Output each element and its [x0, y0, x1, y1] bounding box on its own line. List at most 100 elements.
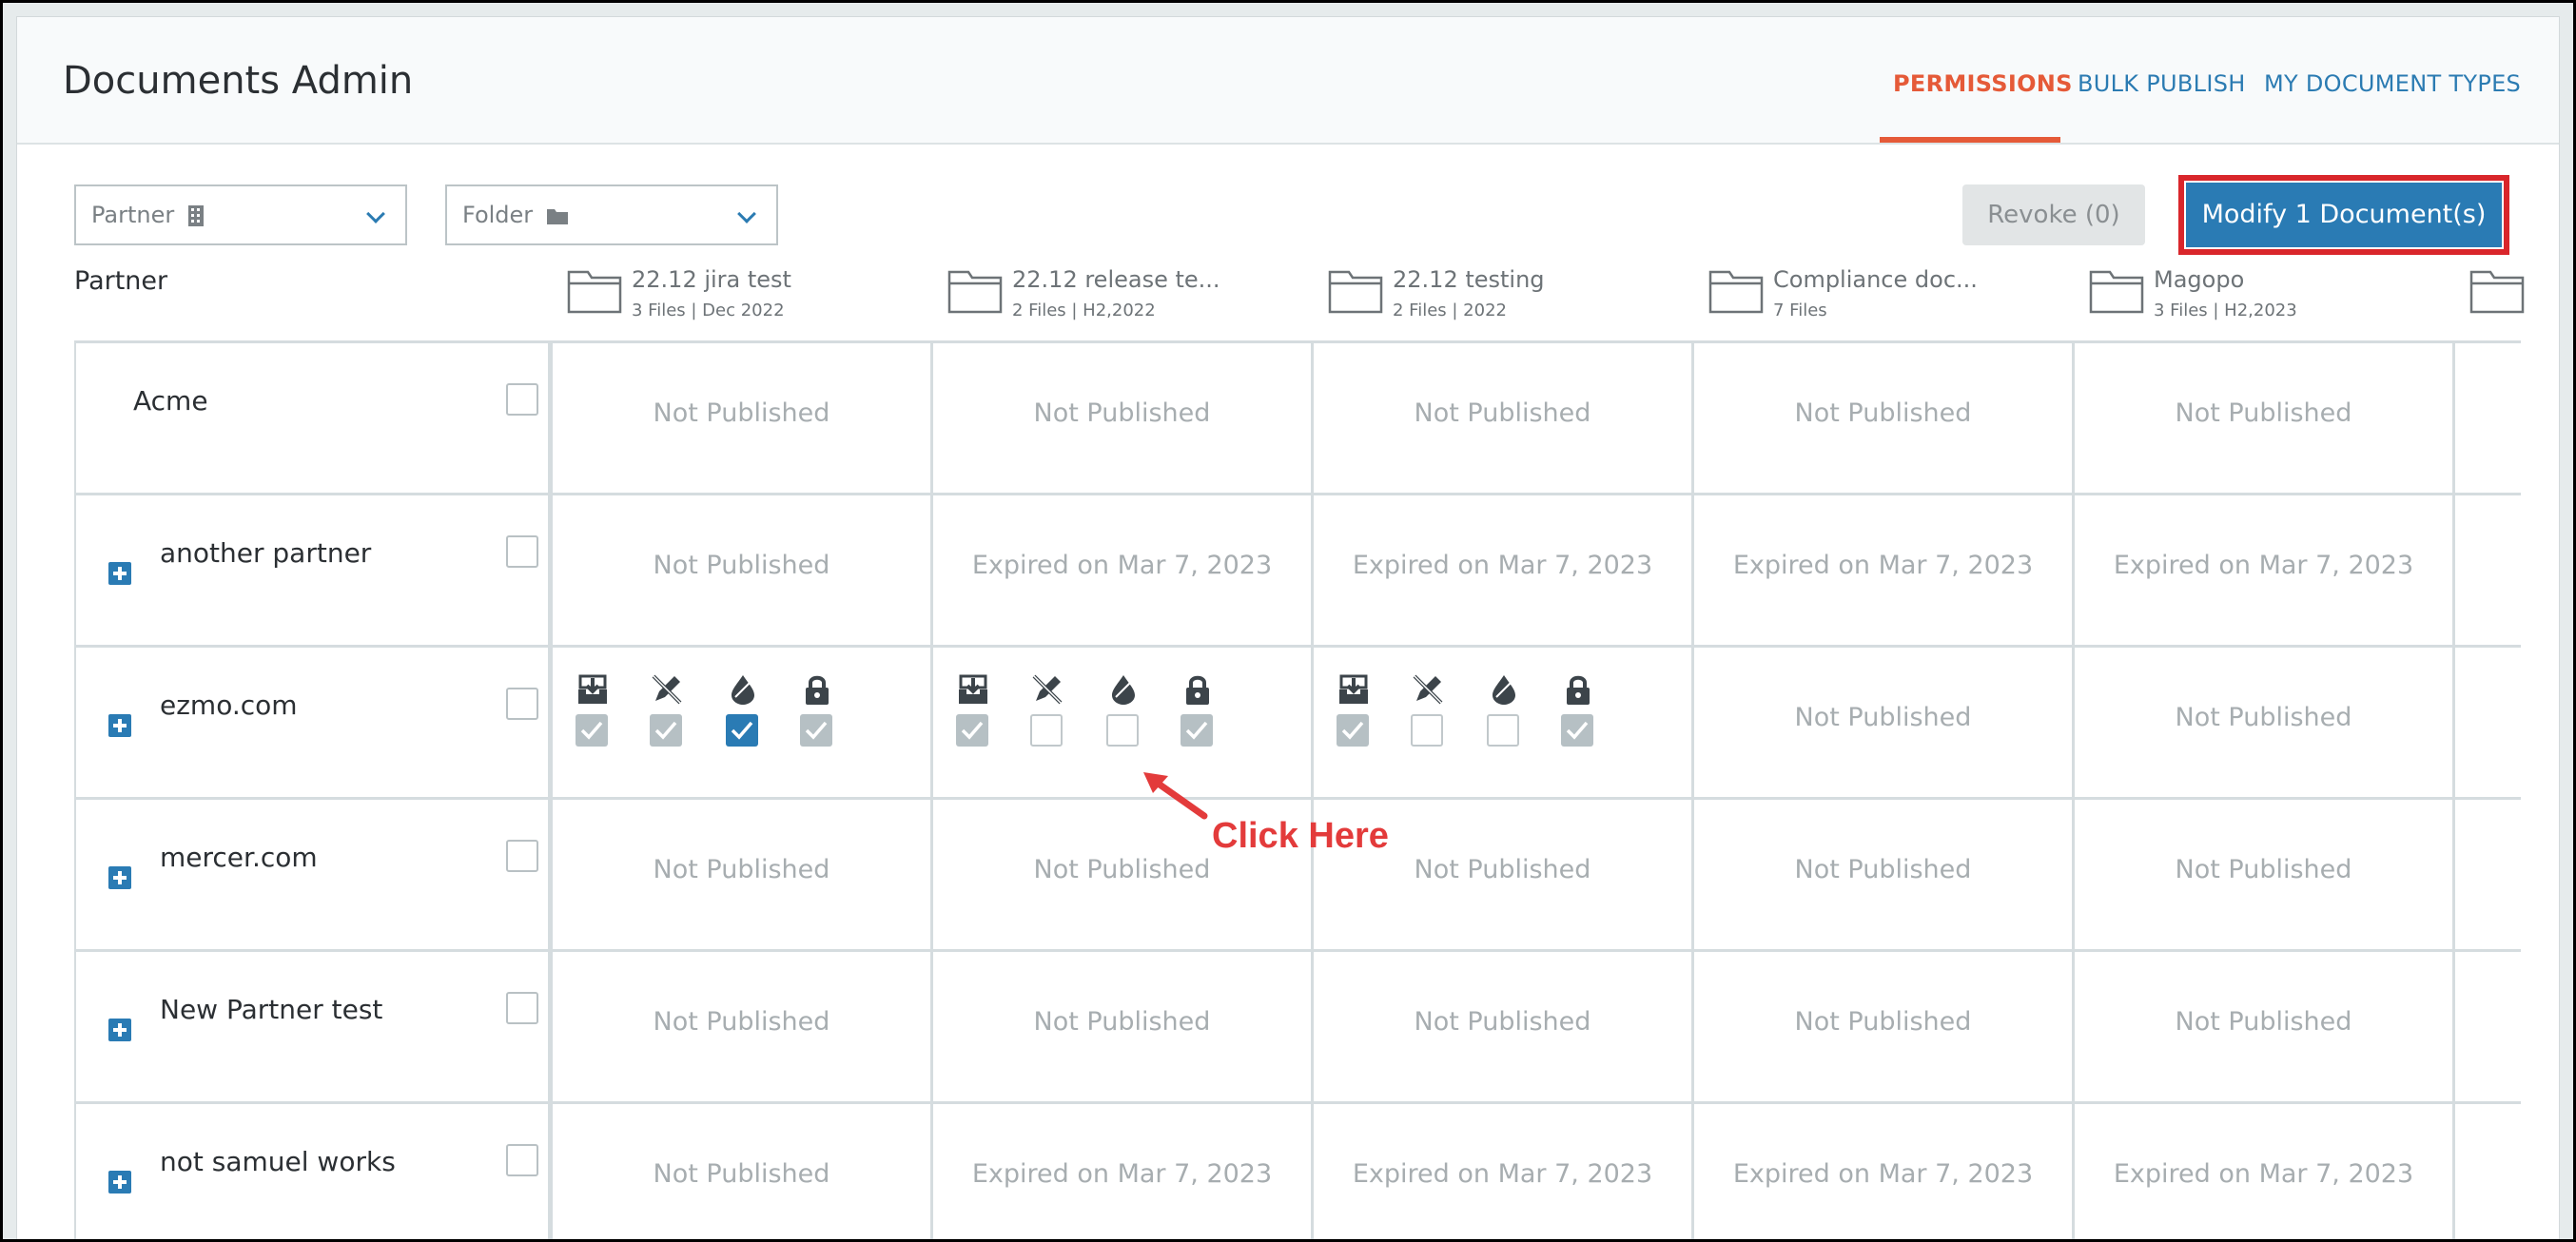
- publish-status: Not Published: [2175, 855, 2352, 884]
- expand-plus-icon[interactable]: [108, 562, 131, 585]
- modify-button-highlight: Modify 1 Document(s): [2178, 175, 2509, 255]
- permission-cell[interactable]: Not Published: [550, 949, 930, 1101]
- table-row: New Partner test Not Published Not Publish…: [74, 949, 2521, 1101]
- tab-permissions[interactable]: PERMISSIONS: [1893, 70, 2073, 97]
- modify-documents-button[interactable]: Modify 1 Document(s): [2186, 183, 2502, 247]
- publish-status: Not Published: [1033, 1007, 1211, 1037]
- expand-plus-icon[interactable]: [108, 714, 131, 737]
- permission-cell[interactable]: Expired on Mar 7, 2023: [1691, 1101, 2072, 1239]
- table-row: another partner Not Published Expired on M…: [74, 493, 2521, 645]
- permission-cell[interactable]: [1311, 645, 1691, 797]
- permission-cell[interactable]: Not Published: [1691, 797, 2072, 949]
- permission-cell[interactable]: [2452, 340, 2521, 493]
- tab-my-document-types[interactable]: MY DOCUMENT TYPES: [2264, 70, 2521, 97]
- partner-filter-dropdown[interactable]: Partner: [74, 184, 407, 245]
- permission-checkbox[interactable]: [1181, 714, 1213, 747]
- permission-checkbox[interactable]: [800, 714, 832, 747]
- publish-status: Not Published: [2175, 703, 2352, 732]
- partner-checkbox[interactable]: [506, 1144, 538, 1176]
- folder-header[interactable]: Magopo 3 Files | H2,2023: [2089, 264, 2450, 340]
- permission-cell[interactable]: [2452, 949, 2521, 1101]
- publish-status: Expired on Mar 7, 2023: [2113, 551, 2414, 580]
- permission-cell[interactable]: [2452, 645, 2521, 797]
- permission-checkbox[interactable]: [1411, 714, 1443, 747]
- folder-name: Magopo: [2154, 266, 2245, 293]
- folder-icon: [567, 268, 622, 314]
- expand-plus-icon[interactable]: [108, 1171, 131, 1193]
- chevron-down-icon: [737, 204, 756, 223]
- permission-checkbox[interactable]: [1487, 714, 1519, 747]
- table-row: not samuel works Not Published Expired on …: [74, 1101, 2521, 1239]
- expand-plus-icon[interactable]: [108, 1019, 131, 1041]
- permission-cell[interactable]: Expired on Mar 7, 2023: [930, 1101, 1311, 1239]
- permission-cell[interactable]: Not Published: [1691, 645, 2072, 797]
- partner-cell: mercer.com: [74, 797, 550, 949]
- permission-cell[interactable]: Expired on Mar 7, 2023: [1311, 493, 1691, 645]
- expand-plus-icon[interactable]: [108, 866, 131, 889]
- folder-header[interactable]: Compliance doc... 7 Files: [1708, 264, 2070, 340]
- permission-cell[interactable]: Not Published: [2072, 340, 2452, 493]
- permission-cell[interactable]: [550, 645, 930, 797]
- partner-cell: not samuel works: [74, 1101, 550, 1239]
- permission-checkbox[interactable]: [1106, 714, 1139, 747]
- permission-cell[interactable]: Expired on Mar 7, 2023: [930, 493, 1311, 645]
- folder-name: 22.12 release te...: [1012, 266, 1220, 293]
- folder-icon: [1708, 268, 1764, 314]
- permission-cell[interactable]: Not Published: [1691, 340, 2072, 493]
- partner-name: mercer.com: [160, 842, 318, 873]
- partner-column-header: Partner: [74, 266, 168, 296]
- permission-cell[interactable]: Not Published: [2072, 949, 2452, 1101]
- permission-cell[interactable]: Not Published: [550, 340, 930, 493]
- permission-cell[interactable]: Not Published: [550, 493, 930, 645]
- permission-checkbox[interactable]: [576, 714, 608, 747]
- chevron-down-icon: [366, 204, 385, 223]
- publish-status: Not Published: [2175, 1007, 2352, 1037]
- folder-header[interactable]: 22.12 testing 2 Files | 2022: [1328, 264, 1689, 340]
- lock-icon: [800, 672, 834, 707]
- permission-cell[interactable]: Not Published: [550, 797, 930, 949]
- permission-cell[interactable]: Expired on Mar 7, 2023: [1311, 1101, 1691, 1239]
- permission-cell[interactable]: Expired on Mar 7, 2023: [2072, 1101, 2452, 1239]
- publish-status: Expired on Mar 7, 2023: [1732, 551, 2034, 580]
- permission-cell[interactable]: [2452, 493, 2521, 645]
- permission-cell[interactable]: Expired on Mar 7, 2023: [1691, 493, 2072, 645]
- permission-cell[interactable]: Not Published: [2072, 797, 2452, 949]
- permission-cell[interactable]: Not Published: [930, 340, 1311, 493]
- permission-cell[interactable]: [2452, 1101, 2521, 1239]
- permission-cell[interactable]: Expired on Mar 7, 2023: [2072, 493, 2452, 645]
- permission-cell[interactable]: Not Published: [1691, 949, 2072, 1101]
- permission-cell[interactable]: [930, 645, 1311, 797]
- partner-checkbox[interactable]: [506, 992, 538, 1024]
- folder-header[interactable]: 22.12 jira test 3 Files | Dec 2022: [567, 264, 928, 340]
- permission-cell[interactable]: [2452, 797, 2521, 949]
- publish-status: Expired on Mar 7, 2023: [2113, 1159, 2414, 1189]
- permission-cell[interactable]: Not Published: [550, 1101, 930, 1239]
- partner-checkbox[interactable]: [506, 383, 538, 416]
- partner-checkbox[interactable]: [506, 535, 538, 568]
- publish-status: Not Published: [653, 398, 830, 428]
- edit-icon: [1030, 672, 1064, 707]
- tab-bulk-publish[interactable]: BULK PUBLISH: [2078, 70, 2246, 97]
- permission-cell[interactable]: Not Published: [2072, 645, 2452, 797]
- partner-name: New Partner test: [160, 994, 383, 1025]
- folder-header-partial[interactable]: [2469, 264, 2527, 340]
- permission-cell[interactable]: Not Published: [1311, 949, 1691, 1101]
- folder-filter-dropdown[interactable]: Folder: [445, 184, 778, 245]
- permission-cell[interactable]: Not Published: [930, 949, 1311, 1101]
- revoke-button[interactable]: Revoke (0): [1962, 184, 2145, 245]
- permission-checkbox[interactable]: [726, 714, 758, 747]
- partner-name: not samuel works: [160, 1146, 396, 1177]
- permission-cell[interactable]: Not Published: [1311, 340, 1691, 493]
- partner-name: another partner: [160, 537, 372, 569]
- permission-checkbox[interactable]: [956, 714, 988, 747]
- permission-checkbox[interactable]: [1030, 714, 1063, 747]
- partner-checkbox[interactable]: [506, 688, 538, 720]
- folder-filter-text: Folder: [462, 202, 534, 228]
- folder-header[interactable]: 22.12 release te... 2 Files | H2,2022: [947, 264, 1309, 340]
- partner-cell: Acme: [74, 340, 550, 493]
- permission-checkbox[interactable]: [650, 714, 682, 747]
- partner-checkbox[interactable]: [506, 840, 538, 872]
- permission-checkbox[interactable]: [1561, 714, 1593, 747]
- permission-checkbox[interactable]: [1337, 714, 1369, 747]
- publish-status: Expired on Mar 7, 2023: [1732, 1159, 2034, 1189]
